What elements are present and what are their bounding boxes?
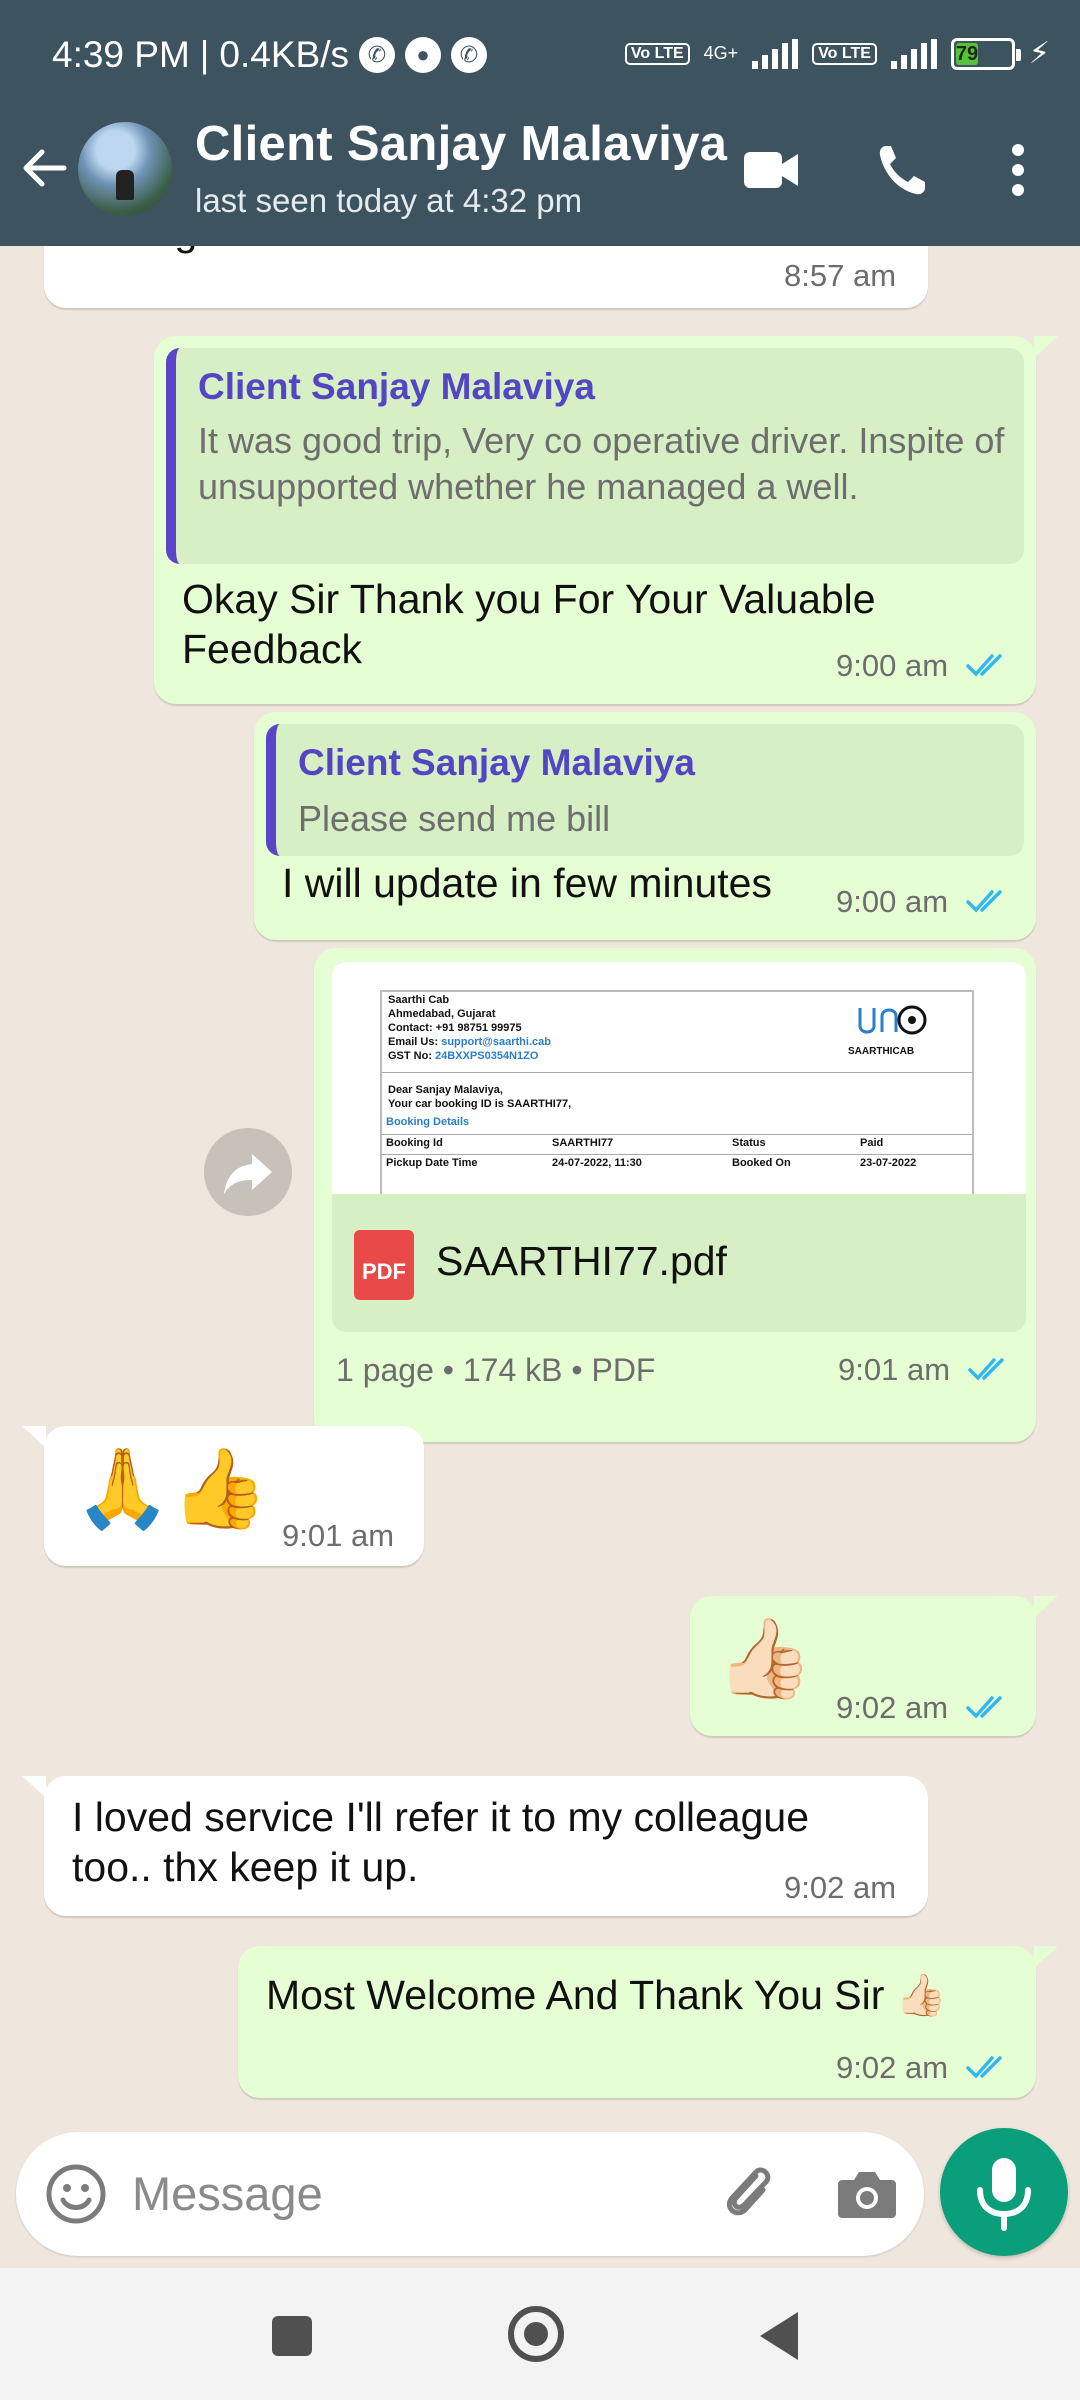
pdf-file-meta: 1 page • 174 kB • PDF <box>336 1352 656 1388</box>
voice-message-button[interactable] <box>940 2128 1068 2256</box>
bubble-tail <box>1034 1946 1058 1968</box>
battery-level: 79 <box>955 42 979 65</box>
forward-icon <box>224 1154 272 1194</box>
message-emoji: 🙏👍 <box>74 1444 269 1532</box>
more-options-icon[interactable] <box>1008 142 1028 198</box>
last-seen-status[interactable]: last seen today at 4:32 pm <box>195 182 582 220</box>
signal-icon <box>752 38 799 69</box>
message-time: 9:01 am <box>282 1518 395 1553</box>
contact-name[interactable]: Client Sanjay Malaviya <box>195 116 727 172</box>
message-input[interactable] <box>132 2160 692 2226</box>
message-outgoing[interactable]: Client Sanjay Malaviya Please send me bi… <box>254 712 1036 940</box>
status-bar-left: 4:39 PM | 0.4KB/s ✆ ● ✆ <box>52 34 487 76</box>
invoice-document: Saarthi Cab Ahmedabad, Gujarat Contact: … <box>380 990 974 1194</box>
message-incoming[interactable]: I loved service I'll refer it to my coll… <box>44 1776 928 1916</box>
forward-button[interactable] <box>204 1128 292 1216</box>
message-outgoing[interactable]: Client Sanjay Malaviya It was good trip,… <box>154 336 1036 704</box>
message-text: managed a well. <box>72 246 371 256</box>
message-text: Okay Sir Thank you For Your Valuable Fee… <box>182 576 876 672</box>
emoji-icon[interactable] <box>44 2162 108 2226</box>
home-icon[interactable] <box>508 2306 564 2362</box>
message-time: 8:57 am <box>784 258 897 293</box>
logo-text: SAARTHICAB <box>848 1046 915 1057</box>
battery-icon: 79 <box>950 37 1021 70</box>
bubble-tail <box>22 1776 46 1798</box>
message-time: 9:00 am <box>836 648 949 683</box>
doc-company: Saarthi Cab <box>388 994 450 1006</box>
message-outgoing[interactable]: Most Welcome And Thank You Sir 👍🏻 9:02 a… <box>238 1946 1036 2098</box>
bubble-tail <box>22 1426 46 1448</box>
message-text: I loved service I'll refer it to my coll… <box>72 1794 810 1890</box>
quoted-sender: Client Sanjay Malaviya <box>298 742 695 783</box>
message-time: 9:01 am <box>838 1352 951 1387</box>
volte-icon-2: Vo LTE <box>812 42 877 65</box>
message-time: 9:02 am <box>836 1690 949 1725</box>
quoted-message[interactable]: Client Sanjay Malaviya It was good trip,… <box>166 348 1024 564</box>
read-receipt-icon <box>966 1696 1002 1719</box>
chat-header: 4:39 PM | 0.4KB/s ✆ ● ✆ Vo LTE 4G+ Vo LT… <box>0 0 1080 246</box>
message-time: 9:02 am <box>836 2050 949 2085</box>
read-receipt-icon <box>968 1358 1004 1381</box>
message-incoming[interactable]: 🙏👍 9:01 am <box>44 1426 424 1566</box>
voice-call-icon[interactable] <box>876 142 928 198</box>
doc-table-row: Booking Id SAARTHI77 Status Paid <box>382 1134 972 1152</box>
back-icon[interactable] <box>760 2312 798 2360</box>
quoted-text: Please send me bill <box>298 798 611 839</box>
doc-table-row: Pickup Date Time 24-07-2022, 11:30 Booke… <box>382 1154 972 1172</box>
whatsapp-call-icon: ✆ <box>359 37 395 73</box>
video-call-icon[interactable] <box>742 142 800 198</box>
phone-status-icon: ✆ <box>451 37 487 73</box>
back-arrow-icon[interactable] <box>16 140 72 196</box>
system-nav-bar <box>0 2268 1080 2400</box>
message-text: I will update in few minutes <box>282 860 772 906</box>
doc-city: Ahmedabad, Gujarat <box>388 1008 496 1020</box>
camera-icon[interactable] <box>836 2164 898 2222</box>
message-outgoing-document[interactable]: Saarthi Cab Ahmedabad, Gujarat Contact: … <box>314 948 1036 1442</box>
doc-email-label: Email Us: <box>388 1036 439 1048</box>
contact-avatar[interactable] <box>78 122 172 216</box>
doc-section: Booking Details <box>386 1116 470 1128</box>
volte-icon: Vo LTE <box>624 42 690 65</box>
quoted-sender: Client Sanjay Malaviya <box>198 366 595 407</box>
message-text: Most Welcome And Thank You Sir 👍🏻 <box>266 1972 947 2018</box>
pdf-file-name: SAARTHI77.pdf <box>436 1238 727 1284</box>
message-time: 9:02 am <box>784 1870 897 1905</box>
network-type: 4G+ <box>703 43 739 63</box>
message-outgoing[interactable]: 👍🏻 9:02 am <box>690 1596 1036 1736</box>
read-receipt-icon <box>966 2056 1002 2079</box>
message-incoming[interactable]: managed a well. 8:57 am <box>44 246 928 308</box>
read-receipt-icon <box>966 654 1002 677</box>
pdf-file-row[interactable]: PDF SAARTHI77.pdf <box>332 1194 1026 1332</box>
quoted-text: It was good trip, Very co operative driv… <box>198 420 1005 507</box>
status-bar-right: Vo LTE 4G+ Vo LTE 79 ⚡ <box>624 36 1050 71</box>
doc-booking-line: Your car booking ID is SAARTHI77, <box>388 1098 572 1110</box>
bubble-tail <box>1034 336 1058 358</box>
charging-icon: ⚡ <box>1028 37 1050 70</box>
doc-contact: Contact: +91 98751 99975 <box>388 1022 522 1034</box>
attach-icon[interactable] <box>716 2160 782 2226</box>
bubble-tail <box>1034 1596 1058 1618</box>
pdf-preview[interactable]: Saarthi Cab Ahmedabad, Gujarat Contact: … <box>332 962 1026 1194</box>
saarthicab-logo-icon <box>858 1005 927 1035</box>
status-time: 4:39 PM <box>52 34 190 75</box>
snapchat-icon: ● <box>405 37 441 73</box>
doc-greeting: Dear Sanjay Malaviya, <box>388 1084 503 1096</box>
message-composer <box>16 2132 924 2256</box>
doc-email: support@saarthi.cab <box>441 1036 551 1048</box>
doc-gst-label: GST No: <box>388 1050 432 1062</box>
recents-icon[interactable] <box>272 2316 312 2356</box>
quoted-message[interactable]: Client Sanjay Malaviya Please send me bi… <box>266 724 1024 856</box>
read-receipt-icon <box>966 890 1002 913</box>
message-time: 9:00 am <box>836 884 949 919</box>
network-speed: 0.4KB/s <box>219 34 349 75</box>
microphone-icon <box>977 2158 1031 2231</box>
pdf-file-icon: PDF <box>354 1230 414 1300</box>
chat-area[interactable]: managed a well. 8:57 am Client Sanjay Ma… <box>0 246 1080 2126</box>
doc-gst: 24BXXPS0354N1ZO <box>435 1050 539 1062</box>
signal-icon-2 <box>890 38 937 69</box>
message-emoji: 👍🏻 <box>716 1614 814 1702</box>
